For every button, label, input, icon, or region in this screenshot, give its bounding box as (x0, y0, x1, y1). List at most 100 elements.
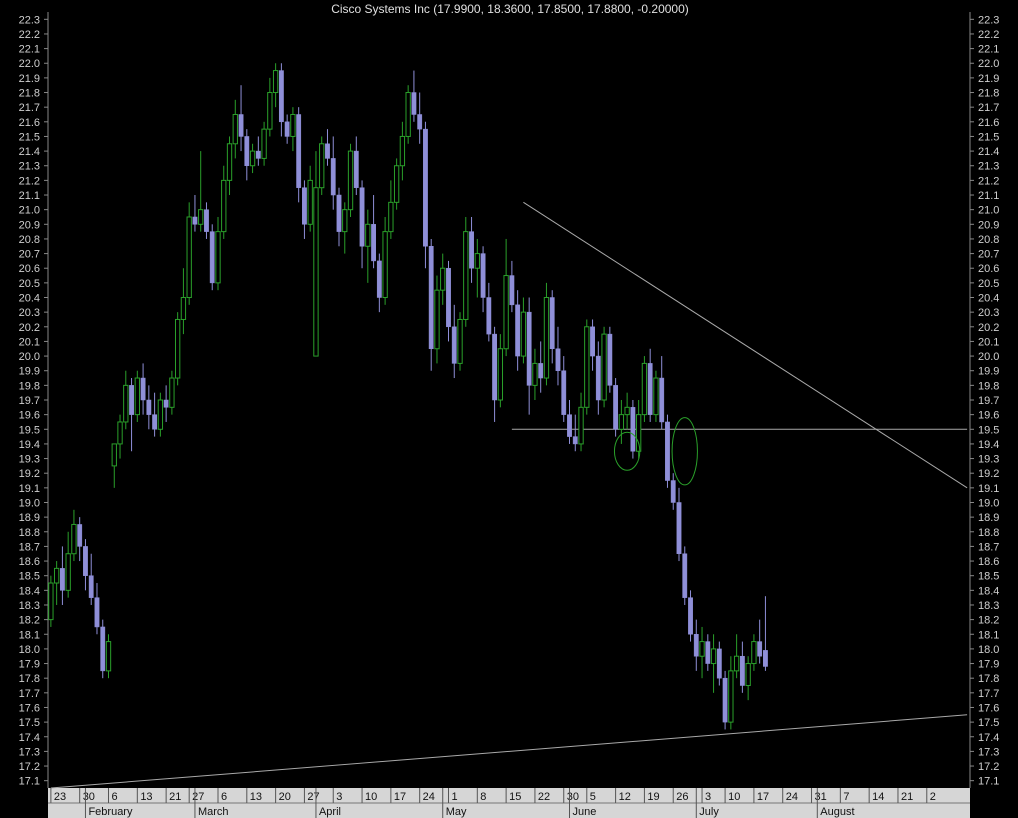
candle (319, 136, 325, 196)
candle-body (53, 567, 60, 584)
x-day-label: 24 (786, 791, 798, 803)
candle-body (290, 113, 296, 137)
y-tick-label-left: 22.3 (19, 14, 40, 26)
y-tick-label-right: 17.4 (978, 732, 999, 744)
candle-body (100, 626, 106, 672)
candle-body (140, 377, 146, 401)
y-tick-label-left: 21.3 (19, 161, 40, 173)
candle-body (376, 260, 382, 298)
y-tick-label-left: 22.1 (19, 44, 40, 56)
y-tick-label-right: 18.3 (978, 600, 999, 612)
candle-body (244, 136, 250, 166)
y-tick-label-left: 20.5 (19, 278, 40, 290)
y-tick-label-left: 22.0 (19, 58, 40, 70)
chart-background (0, 0, 1018, 818)
x-day-label: 10 (365, 791, 377, 803)
y-tick-label-left: 17.1 (19, 776, 40, 788)
x-day-label: 13 (250, 791, 262, 803)
candle-body (209, 231, 215, 284)
candle-body (693, 634, 699, 657)
candle (584, 319, 590, 415)
candle-body (584, 326, 590, 408)
candle-body (647, 363, 653, 415)
candle-body (88, 575, 94, 598)
y-tick-label-left: 20.1 (19, 336, 40, 348)
candle (457, 312, 463, 371)
candle-body (486, 297, 492, 335)
candle-body (595, 355, 601, 401)
y-tick-label-left: 19.7 (19, 395, 40, 407)
candle (134, 370, 140, 422)
y-tick-label-right: 18.9 (978, 512, 999, 524)
y-tick-label-left: 21.4 (19, 146, 40, 158)
candle (665, 414, 670, 488)
candle (423, 121, 428, 269)
x-day-label: 8 (480, 791, 486, 803)
candle-body (353, 150, 359, 188)
x-day-label: 21 (901, 791, 913, 803)
candle-body (382, 231, 388, 299)
candle-body (365, 223, 371, 247)
candle-body (319, 143, 325, 189)
x-day-label: 1 (451, 791, 457, 803)
y-tick-label-left: 21.6 (19, 117, 40, 129)
candle-body (336, 194, 342, 232)
candle (393, 158, 400, 210)
x-day-label: 24 (423, 791, 435, 803)
y-tick-label-right: 22.2 (978, 29, 999, 41)
candle-body (572, 436, 578, 445)
candle-body (446, 267, 451, 328)
y-tick-label-right: 21.3 (978, 161, 999, 173)
candle-body (261, 128, 267, 159)
y-tick-label-right: 18.8 (978, 527, 999, 539)
y-tick-label-left: 19.6 (19, 410, 40, 422)
y-tick-label-right: 20.5 (978, 278, 999, 290)
y-tick-label-right: 18.1 (978, 629, 999, 641)
candle-body (653, 377, 659, 416)
x-day-label: 2 (930, 791, 936, 803)
y-tick-label-right: 21.6 (978, 117, 999, 129)
candle (607, 326, 613, 393)
candle-body (83, 546, 88, 576)
candle (347, 143, 354, 217)
y-tick-label-left: 19.8 (19, 380, 40, 392)
y-tick-label-left: 18.2 (19, 615, 40, 627)
x-month-label: July (699, 806, 719, 818)
candle-body (463, 231, 469, 320)
candle-body (330, 158, 336, 196)
candle-body (388, 201, 394, 233)
y-tick-label-left: 20.8 (19, 234, 40, 246)
candle (688, 590, 693, 642)
candle-body (434, 289, 440, 350)
y-tick-label-right: 20.2 (978, 322, 999, 334)
y-tick-label-right: 21.4 (978, 146, 999, 158)
y-tick-label-left: 20.3 (19, 307, 40, 319)
candle-body (659, 377, 665, 423)
y-tick-label-right: 19.6 (978, 410, 999, 422)
y-tick-label-right: 17.3 (978, 746, 999, 758)
y-tick-label-left: 21.1 (19, 190, 40, 202)
candle-body (325, 143, 330, 159)
candle (405, 85, 411, 144)
candle-body (757, 641, 763, 657)
chart-root: Cisco Systems Inc (17.9900, 18.3600, 17.… (0, 0, 1018, 818)
candle-body (474, 253, 480, 269)
y-tick-label-right: 21.2 (978, 175, 999, 187)
x-day-label: 12 (619, 791, 631, 803)
y-tick-label-left: 18.9 (19, 512, 40, 524)
candle-body (111, 443, 117, 467)
candle-body (186, 216, 192, 299)
y-tick-label-left: 21.5 (19, 131, 40, 143)
y-tick-label-left: 17.6 (19, 702, 40, 714)
candle-body (682, 553, 688, 598)
y-tick-label-right: 19.4 (978, 439, 999, 451)
candle-body (221, 179, 227, 233)
y-tick-label-left: 21.9 (19, 73, 40, 85)
y-tick-label-right: 18.2 (978, 615, 999, 627)
candle (543, 282, 550, 386)
y-tick-label-right: 18.4 (978, 585, 999, 597)
candle-body (676, 502, 682, 554)
y-tick-label-left: 17.8 (19, 673, 40, 685)
x-month-label: May (446, 806, 467, 818)
candle-body (733, 655, 740, 672)
